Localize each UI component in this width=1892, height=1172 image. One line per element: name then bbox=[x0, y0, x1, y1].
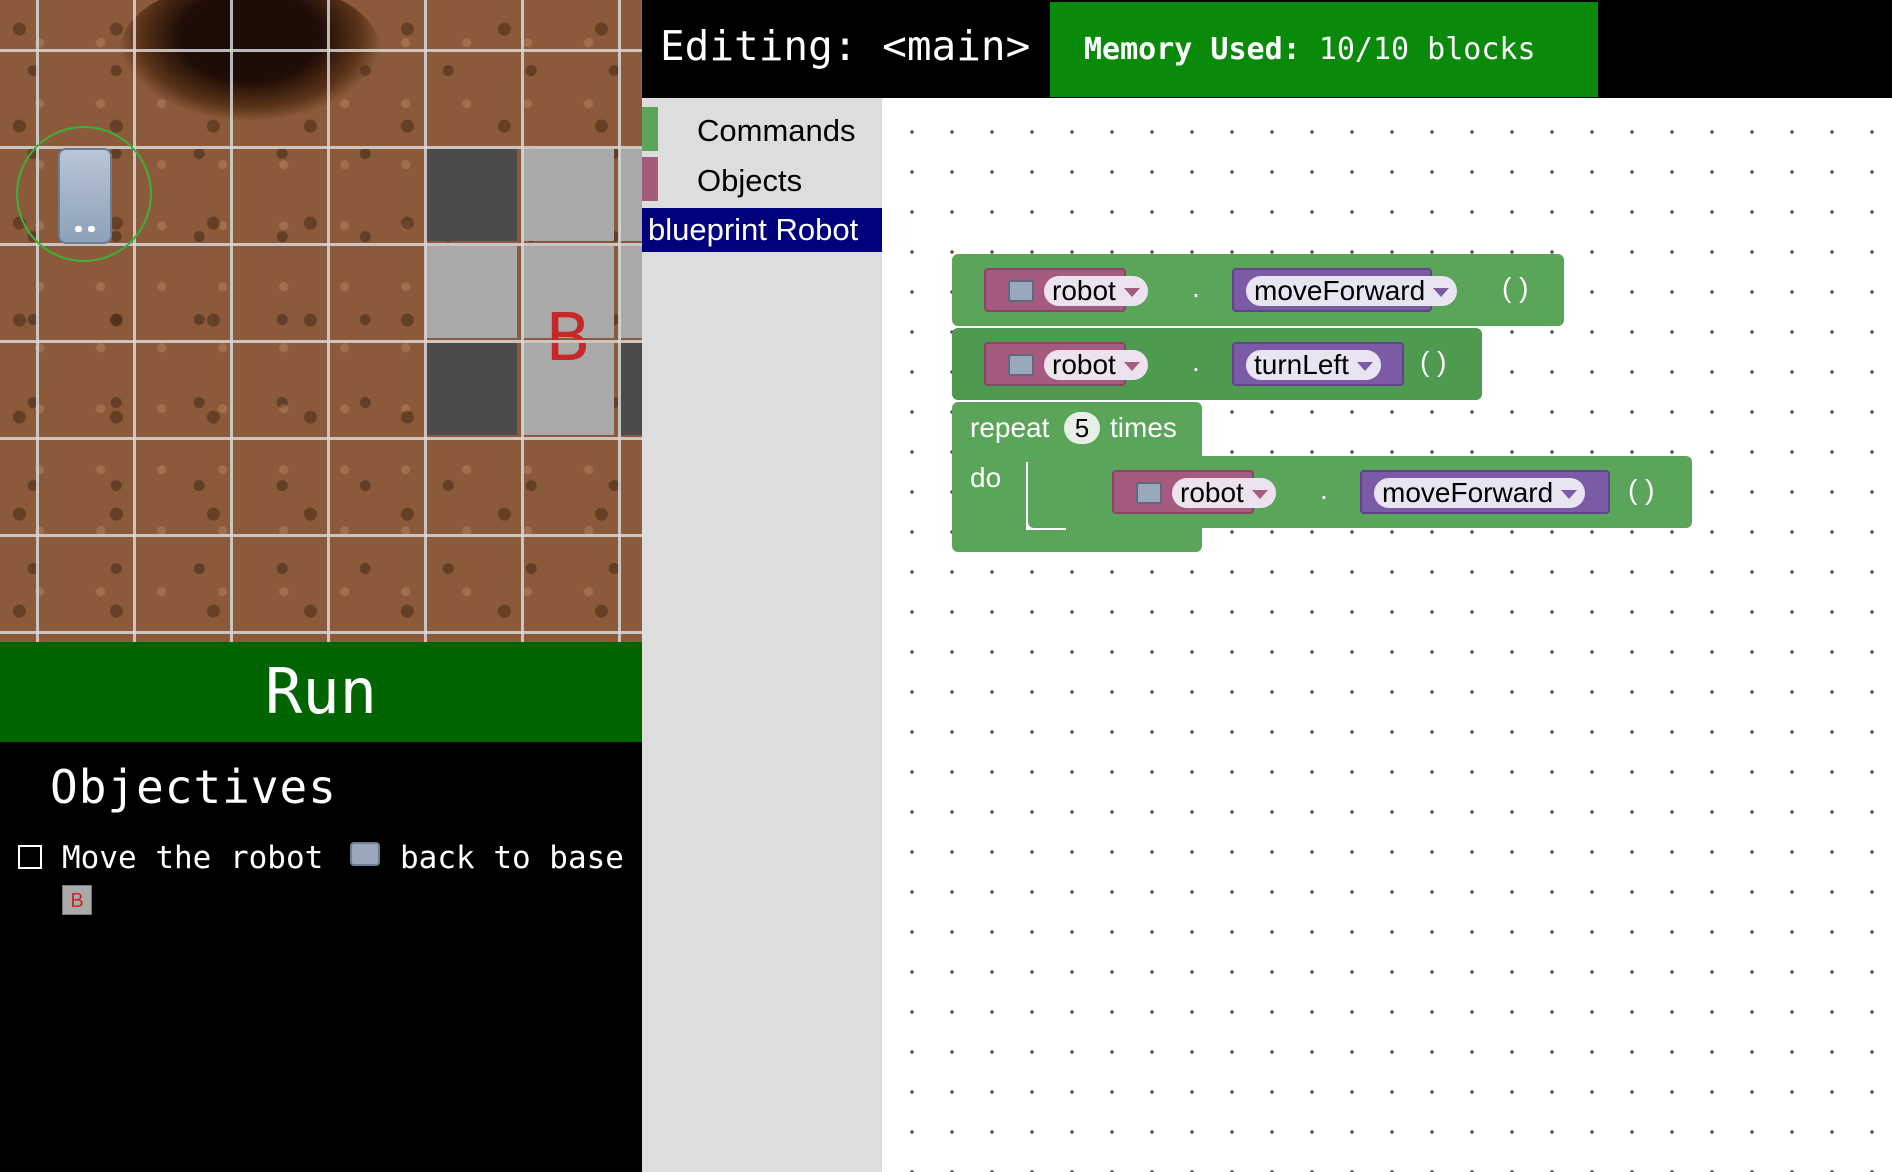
method-call-block[interactable]: robot . moveForward ( ) bbox=[952, 254, 1564, 326]
object-block[interactable]: robot bbox=[984, 342, 1148, 386]
objective-text: Move the robot bbox=[62, 840, 324, 876]
call-parens: ( ) bbox=[1420, 346, 1447, 377]
repeat-times-label: times bbox=[1110, 412, 1177, 443]
chevron-down-icon bbox=[1123, 362, 1140, 372]
method-block[interactable]: moveForward bbox=[1232, 268, 1458, 312]
object-dropdown[interactable]: robot bbox=[1172, 478, 1276, 508]
objectives-title: Objectives bbox=[50, 760, 337, 814]
robot-icon bbox=[1136, 482, 1162, 504]
toolbox-category-objects[interactable]: Objects bbox=[642, 157, 882, 201]
robot-icon bbox=[1008, 280, 1034, 302]
chevron-down-icon bbox=[1561, 490, 1578, 500]
method-dropdown[interactable]: moveForward bbox=[1246, 276, 1458, 306]
toolbox-category-commands[interactable]: Commands bbox=[642, 107, 882, 151]
category-label: Objects bbox=[697, 163, 803, 198]
map-grid bbox=[0, 0, 642, 642]
robot-icon bbox=[1008, 354, 1034, 376]
editing-label: Editing: <main> bbox=[660, 22, 1031, 70]
object-dropdown[interactable]: robot bbox=[1044, 350, 1148, 380]
repeat-count-input[interactable]: 5 bbox=[1064, 412, 1100, 444]
robot-sprite[interactable] bbox=[58, 148, 112, 244]
method-block[interactable]: moveForward bbox=[1360, 470, 1610, 514]
repeat-do-label: do bbox=[970, 462, 1002, 493]
game-map: B bbox=[0, 0, 642, 642]
category-color bbox=[642, 157, 658, 201]
memory-label: Memory Used: bbox=[1084, 32, 1301, 67]
robot-icon bbox=[350, 842, 380, 866]
object-dropdown[interactable]: robot bbox=[1044, 276, 1148, 306]
chevron-down-icon bbox=[1433, 288, 1450, 298]
repeat-label: repeat bbox=[970, 412, 1050, 443]
dot-separator: . bbox=[1192, 272, 1200, 303]
chevron-down-icon bbox=[1356, 362, 1373, 372]
method-dropdown[interactable]: moveForward bbox=[1374, 478, 1586, 508]
category-color bbox=[642, 107, 658, 151]
base-icon: B bbox=[62, 885, 92, 915]
method-call-block[interactable]: robot . turnLeft ( ) bbox=[952, 328, 1482, 400]
chevron-down-icon bbox=[1123, 288, 1140, 298]
method-block[interactable]: turnLeft bbox=[1232, 342, 1404, 386]
run-button[interactable]: Run bbox=[0, 642, 642, 742]
objective-checkbox bbox=[18, 845, 42, 869]
object-block[interactable]: robot bbox=[984, 268, 1148, 312]
category-label: Commands bbox=[697, 113, 856, 148]
call-parens: ( ) bbox=[1502, 272, 1529, 303]
memory-value: 10/10 blocks bbox=[1318, 32, 1536, 67]
objective-text: back to base bbox=[400, 840, 624, 876]
toolbox bbox=[642, 98, 882, 1172]
call-parens: ( ) bbox=[1628, 474, 1655, 505]
chevron-down-icon bbox=[1251, 490, 1268, 500]
method-dropdown[interactable]: turnLeft bbox=[1246, 350, 1381, 380]
dot-separator: . bbox=[1192, 346, 1200, 377]
method-call-block[interactable]: robot . moveForward ( ) bbox=[1028, 456, 1692, 528]
memory-indicator: Memory Used: 10/10 blocks bbox=[1050, 2, 1598, 97]
toolbox-category-blueprint-robot[interactable]: blueprint Robot bbox=[642, 208, 882, 252]
dot-separator: . bbox=[1320, 474, 1328, 505]
object-block[interactable]: robot bbox=[1112, 470, 1276, 514]
